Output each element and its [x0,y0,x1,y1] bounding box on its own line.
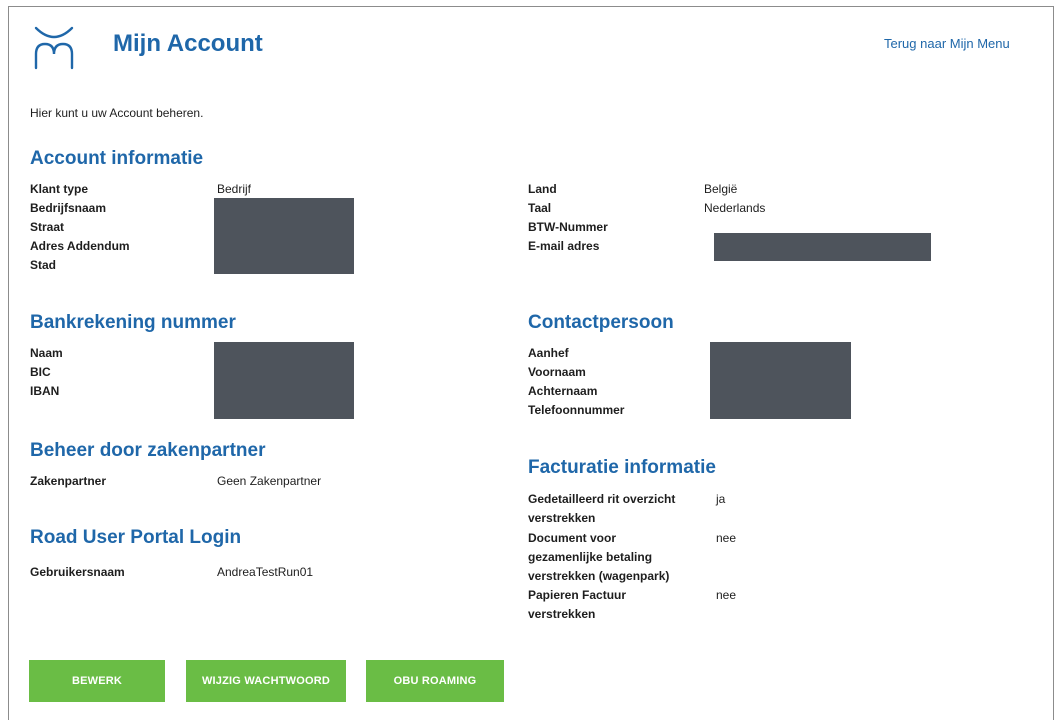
label-gezamenlijke-betaling-line2: gezamenlijke betaling [528,550,653,564]
portal-heading: Road User Portal Login [30,527,242,548]
value-klant-type: Bedrijf [217,182,252,196]
label-telefoonnummer: Telefoonnummer [528,403,625,417]
value-zakenpartner: Geen Zakenpartner [217,474,322,488]
value-rit-overzicht: ja [716,492,726,506]
billing-row: Document voor gezamenlijke betaling vers… [528,529,669,586]
account-info-right-labels: Land Taal BTW-Nummer E-mail adres [528,180,608,256]
label-land: Land [528,182,557,196]
label-gebruikersnaam: Gebruikersnaam [30,565,125,579]
label-adres-addendum: Adres Addendum [30,239,130,253]
redacted-email [714,233,931,261]
label-naam: Naam [30,346,63,360]
value-gezamenlijke-betaling: nee [716,531,737,545]
page-title: Mijn Account [113,30,263,57]
label-aanhef: Aanhef [528,346,569,360]
label-voornaam: Voornaam [528,365,586,379]
contact-labels: Aanhef Voornaam Achternaam Telefoonnumme… [528,344,624,420]
value-taal: Nederlands [704,201,766,215]
label-bedrijfsnaam: Bedrijfsnaam [30,201,107,215]
value-gebruikersnaam: AndreaTestRun01 [217,565,314,579]
label-email: E-mail adres [528,239,600,253]
change-password-button[interactable]: WIJZIG WACHTWOORD [186,660,346,702]
value-papieren-factuur: nee [716,588,737,602]
label-papieren-factuur-line2: verstrekken [528,607,596,621]
label-achternaam: Achternaam [528,384,598,398]
back-to-menu-link[interactable]: Terug naar Mijn Menu [884,36,1010,51]
edit-button[interactable]: BEWERK [29,660,165,702]
label-klant-type: Klant type [30,182,89,196]
label-iban: IBAN [30,384,60,398]
account-info-right-values: België Nederlands [704,180,765,218]
account-logo-icon [34,26,74,70]
account-info-left-labels: Klant type Bedrijfsnaam Straat Adres Add… [30,180,130,275]
label-straat: Straat [30,220,65,234]
redacted-bank [214,342,354,419]
label-taal: Taal [528,201,552,215]
label-gezamenlijke-betaling-line3: verstrekken (wagenpark) [528,569,670,583]
bank-labels: Naam BIC IBAN [30,344,63,401]
obu-roaming-button[interactable]: OBU ROAMING [366,660,504,702]
label-rit-overzicht-line1: Gedetailleerd rit overzicht [528,492,676,506]
billing-heading: Facturatie informatie [528,457,716,478]
account-info-heading: Account informatie [30,148,204,169]
redacted-address [214,198,354,274]
billing-row: Gedetailleerd rit overzicht verstrekken [528,490,675,528]
value-land: België [704,182,738,196]
label-rit-overzicht-line2: verstrekken [528,511,596,525]
contact-heading: Contactpersoon [528,312,674,333]
label-zakenpartner: Zakenpartner [30,474,107,488]
redacted-contact [710,342,851,419]
bank-heading: Bankrekening nummer [30,312,236,333]
label-btw-nummer: BTW-Nummer [528,220,608,234]
label-bic: BIC [30,365,51,379]
label-gezamenlijke-betaling-line1: Document voor [528,531,617,545]
intro-text: Hier kunt u uw Account beheren. [30,106,204,120]
label-papieren-factuur-line1: Papieren Factuur [528,588,627,602]
billing-row: Papieren Factuur verstrekken [528,586,626,624]
partner-heading: Beheer door zakenpartner [30,440,266,461]
label-stad: Stad [30,258,57,272]
